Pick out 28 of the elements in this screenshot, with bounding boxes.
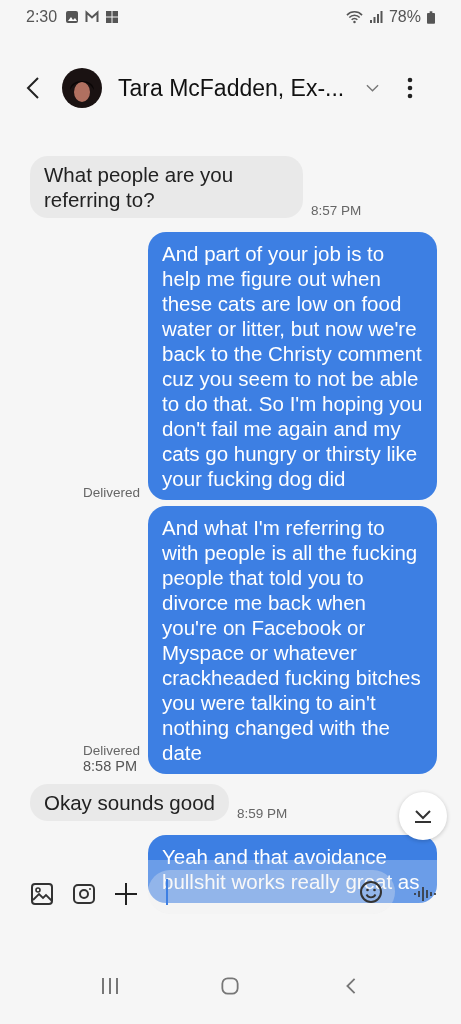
avatar-icon	[62, 68, 102, 108]
delivery-status: Delivered	[82, 743, 140, 758]
message-bubble: And part of your job is to help me figure out when these cats are low on food water or litter, but now we're back to the Christy comment cuz you seem to not be able to do that. So I'm hoping you don't fail me again and my cats go hungry or thirsty like your fucking dog did	[148, 232, 437, 500]
wifi-icon	[345, 10, 363, 24]
battery-percent: 78%	[388, 8, 421, 26]
message-time: 8:57 PM	[311, 203, 362, 218]
contact-name[interactable]: Tara McFadden, Ex-...	[118, 74, 345, 102]
message-time: 8:59 PM	[236, 806, 288, 821]
battery-icon	[427, 10, 435, 24]
more-options-icon[interactable]	[407, 77, 414, 99]
gallery-icon	[65, 10, 80, 24]
mail-icon	[85, 10, 100, 24]
chevron-down-icon[interactable]	[366, 84, 380, 92]
camera-icon[interactable]	[72, 882, 96, 906]
recent-apps-icon[interactable]	[100, 977, 121, 995]
gallery-icon[interactable]	[30, 882, 54, 906]
message-bubble: Okay sounds good	[30, 784, 229, 821]
scroll-down-icon	[413, 808, 433, 824]
signal-icon	[368, 10, 383, 24]
message-time: 8:58 PM	[82, 758, 137, 774]
home-icon[interactable]	[220, 977, 241, 995]
message-bubble: And what I'm referring to with people is all the fucking people that told you to divorce me back when you're on Facebook or Myspace or whatever crackheaded fucking bitches you were talking to ain't nothing changed with the date	[148, 506, 437, 774]
clock: 2:30	[26, 8, 58, 26]
plus-icon[interactable]	[114, 882, 138, 906]
grid-icon	[105, 10, 120, 24]
message-bubble: What people are you referring to?	[30, 156, 303, 218]
scroll-down-button[interactable]	[399, 792, 447, 840]
delivery-status: Delivered	[82, 485, 140, 500]
